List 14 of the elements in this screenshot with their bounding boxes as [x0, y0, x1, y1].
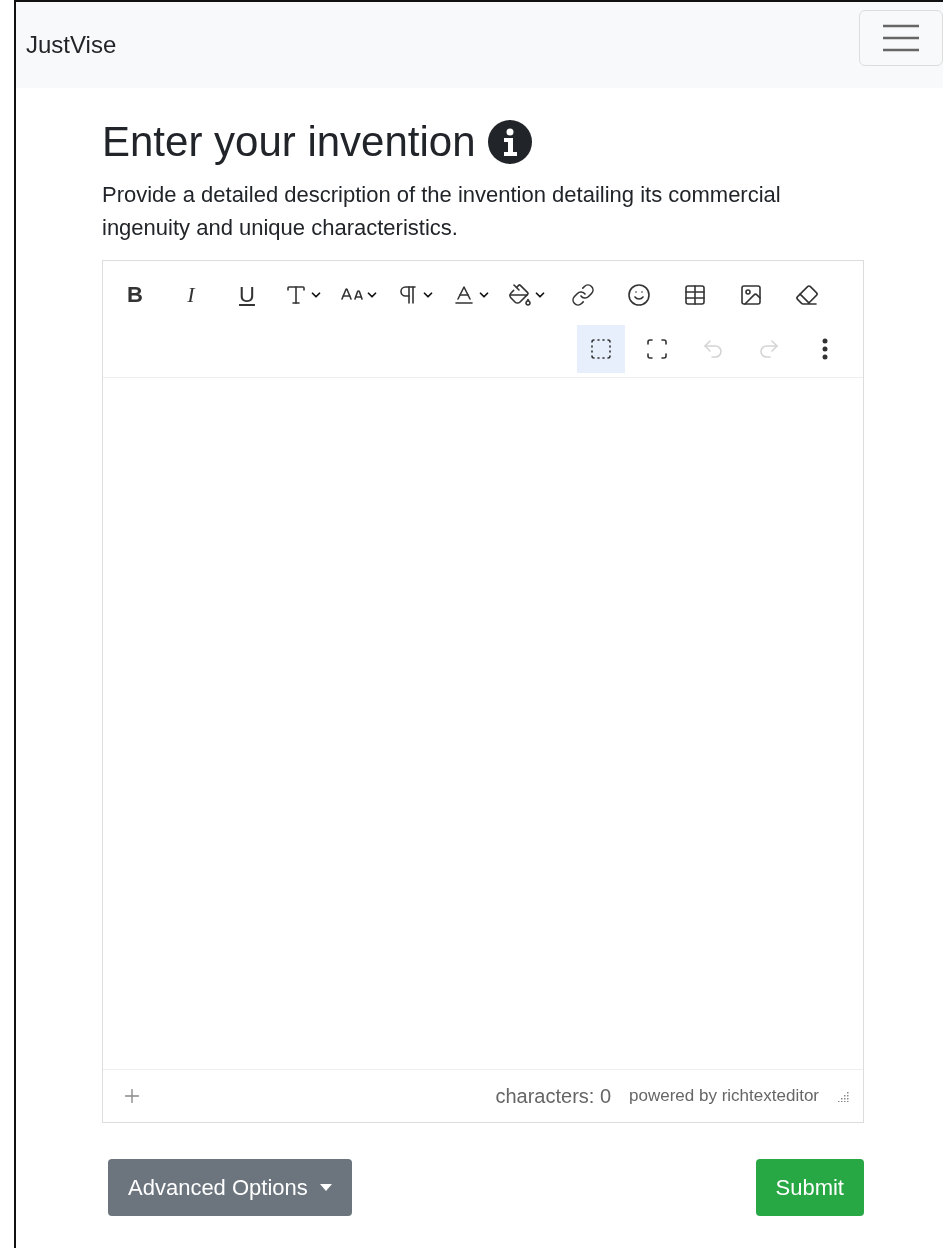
info-icon[interactable]	[487, 120, 532, 164]
italic-button[interactable]: I	[167, 271, 215, 319]
page-title: Enter your invention	[102, 118, 476, 166]
powered-by-text: powered by richtexteditor	[629, 1086, 819, 1106]
menu-icon	[882, 23, 920, 53]
brand-name[interactable]: JustVise	[26, 31, 117, 59]
underline-button[interactable]: U	[223, 271, 271, 319]
resize-handle-icon[interactable]	[837, 1090, 849, 1102]
advanced-options-button[interactable]: Advanced Options	[108, 1159, 352, 1216]
character-count: characters: 0	[495, 1084, 612, 1108]
caret-icon	[319, 1184, 332, 1191]
description: Provide a detailed description of the invention detailing its commercial ingenuity and unique characteristics.	[102, 181, 782, 242]
menu-button[interactable]	[859, 10, 943, 66]
bold-button[interactable]: B	[111, 271, 159, 319]
